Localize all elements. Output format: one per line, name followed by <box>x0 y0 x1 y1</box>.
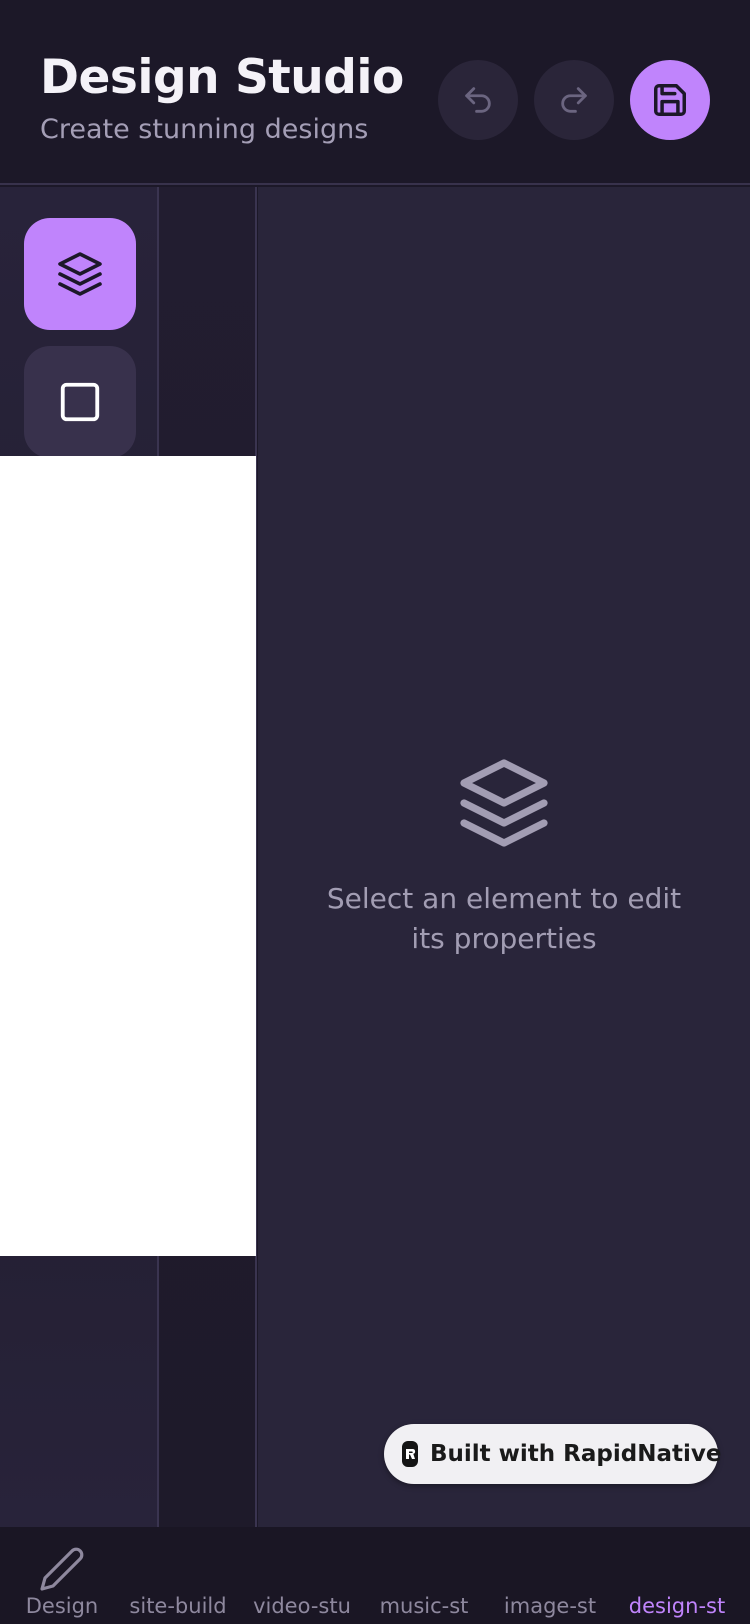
badge-label: Built with RapidNative <box>430 1441 722 1467</box>
tab-label: design-st <box>628 1594 726 1618</box>
undo-icon <box>465 87 491 113</box>
square-icon <box>60 382 100 422</box>
tab-image-studio[interactable]: image-st <box>490 1527 610 1624</box>
tab-design-studio[interactable]: design-st <box>617 1527 737 1624</box>
header: Design Studio Create stunning designs <box>0 0 750 185</box>
design-canvas[interactable] <box>0 456 256 1256</box>
layers-icon <box>58 252 102 296</box>
tab-label: Design <box>25 1594 99 1618</box>
tab-music-studio[interactable]: music-st <box>364 1527 484 1624</box>
save-icon <box>654 84 686 116</box>
properties-panel: Select an element to edit its properties <box>258 187 750 1527</box>
built-with-badge[interactable]: Built with RapidNative <box>384 1424 722 1484</box>
undo-button[interactable] <box>438 60 518 140</box>
tab-label: music-st <box>379 1594 469 1618</box>
page-title: Design Studio <box>40 50 404 105</box>
bottom-tab-bar: Design site-build video-stu music-st ima… <box>0 1527 750 1624</box>
layers-icon <box>460 759 548 847</box>
rectangle-tool-button[interactable] <box>24 346 136 458</box>
layers-tool-button[interactable] <box>24 218 136 330</box>
tab-video-studio[interactable]: video-stu <box>242 1527 362 1624</box>
tab-label: image-st <box>503 1594 597 1618</box>
page-subtitle: Create stunning designs <box>40 114 369 145</box>
pencil-icon <box>40 1547 84 1591</box>
tab-label: video-stu <box>253 1594 351 1618</box>
save-button[interactable] <box>630 60 710 140</box>
empty-state-message: Select an element to edit its properties <box>326 882 682 955</box>
rapidnative-logo-icon <box>402 1441 418 1467</box>
tab-label: site-build <box>129 1594 227 1618</box>
redo-icon <box>561 87 587 113</box>
tab-design[interactable]: Design <box>2 1527 122 1624</box>
tab-site-build[interactable]: site-build <box>118 1527 238 1624</box>
redo-button[interactable] <box>534 60 614 140</box>
design-studio-app: Design Studio Create stunning designs Se… <box>0 0 750 1624</box>
